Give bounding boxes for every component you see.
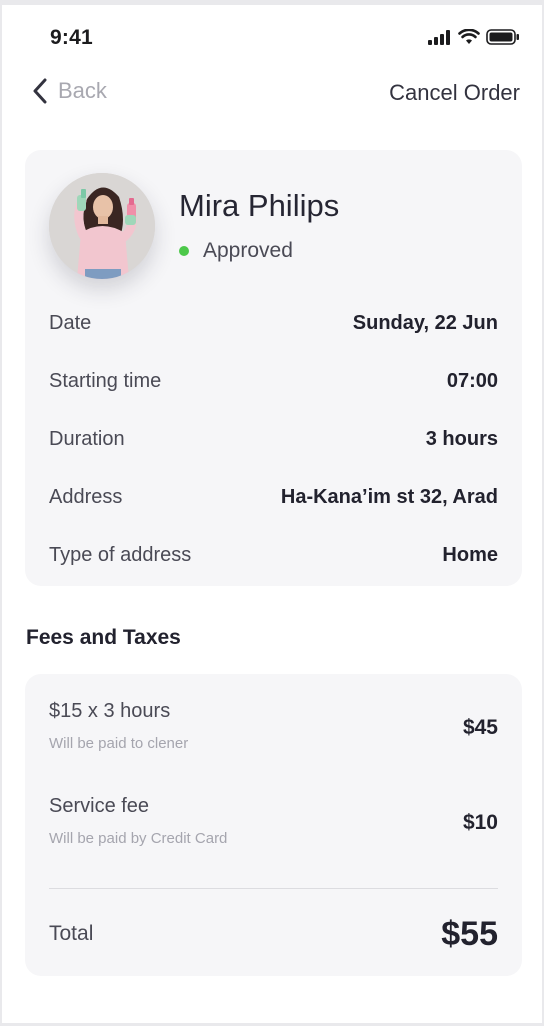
detail-value: Ha-Kana’im st 32, Arad bbox=[280, 485, 498, 508]
fee-amount: $10 bbox=[462, 811, 498, 834]
detail-row-duration: Duration 3 hours bbox=[49, 424, 498, 454]
status-bar: 9:41 bbox=[2, 5, 542, 65]
fee-item-hours: $15 x 3 hours Will be paid to clener $45 bbox=[49, 700, 498, 752]
total-row: Total $55 bbox=[49, 912, 498, 956]
detail-label: Address bbox=[49, 485, 123, 508]
divider bbox=[49, 888, 498, 889]
detail-label: Starting time bbox=[49, 369, 162, 392]
person-photo bbox=[49, 173, 155, 279]
navigation-bar: Back Cancel Order bbox=[2, 75, 542, 115]
chevron-left-icon bbox=[33, 78, 47, 104]
fee-amount: $45 bbox=[462, 716, 498, 739]
provider-name: Mira Philips bbox=[179, 188, 340, 223]
detail-row-date: Date Sunday, 22 Jun bbox=[49, 308, 498, 338]
fee-label: $15 x 3 hours bbox=[49, 700, 171, 722]
detail-row-address: Address Ha-Kana’im st 32, Arad bbox=[49, 482, 498, 512]
avatar bbox=[49, 173, 155, 279]
status-time: 9:41 bbox=[50, 26, 93, 49]
detail-value: Sunday, 22 Jun bbox=[352, 311, 498, 334]
signal-icon bbox=[428, 29, 450, 45]
fees-section-title: Fees and Taxes bbox=[26, 626, 181, 649]
status-indicator: Approved bbox=[179, 239, 293, 263]
detail-value: 07:00 bbox=[446, 369, 498, 392]
detail-row-starting-time: Starting time 07:00 bbox=[49, 366, 498, 396]
status-dot-icon bbox=[179, 246, 189, 256]
detail-value: Home bbox=[442, 543, 498, 566]
battery-icon bbox=[486, 29, 519, 45]
detail-label: Duration bbox=[49, 427, 125, 450]
back-button[interactable]: Back bbox=[32, 78, 107, 104]
back-label: Back bbox=[58, 78, 107, 103]
fee-label: Service fee bbox=[49, 795, 150, 817]
status-text: Approved bbox=[203, 239, 293, 262]
fee-item-service: Service fee Will be paid by Credit Card … bbox=[49, 795, 498, 847]
fees-card: $15 x 3 hours Will be paid to clener $45… bbox=[25, 674, 522, 976]
detail-label: Type of address bbox=[49, 543, 192, 566]
cancel-order-button[interactable]: Cancel Order bbox=[389, 80, 520, 106]
order-details-screen: 9:41 Back Cancel Order Mira Philips Appr… bbox=[2, 5, 542, 1023]
detail-row-address-type: Type of address Home bbox=[49, 540, 498, 570]
status-icons bbox=[428, 29, 520, 45]
fee-note: Will be paid to clener bbox=[49, 735, 189, 752]
order-card: Mira Philips Approved Date Sunday, 22 Ju… bbox=[25, 150, 522, 586]
detail-value: 3 hours bbox=[425, 427, 498, 450]
total-label: Total bbox=[49, 922, 94, 945]
fee-note: Will be paid by Credit Card bbox=[49, 830, 228, 847]
wifi-icon bbox=[458, 29, 480, 44]
total-value: $55 bbox=[441, 914, 498, 953]
detail-label: Date bbox=[49, 311, 92, 334]
